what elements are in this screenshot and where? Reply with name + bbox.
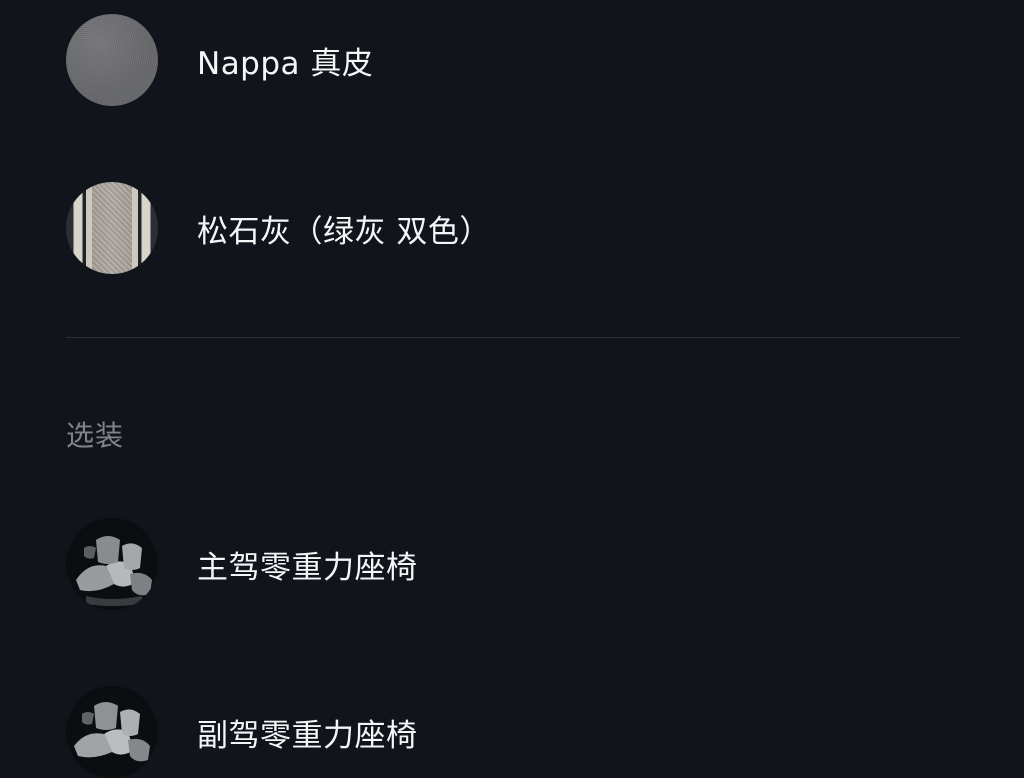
section-title-optional: 选装 <box>66 419 125 452</box>
option-passenger-zero-gravity-seat[interactable]: 副驾零重力座椅 <box>66 686 960 778</box>
passenger-seat-icon <box>66 686 158 778</box>
option-label: Nappa 真皮 <box>197 45 374 82</box>
option-driver-zero-gravity-seat[interactable]: 主驾零重力座椅 <box>66 518 960 610</box>
option-turquoise-gray[interactable]: 松石灰（绿灰 双色） <box>66 182 960 274</box>
option-label: 副驾零重力座椅 <box>197 717 418 754</box>
interior-options-panel: Nappa 真皮 松石灰（绿灰 双色） 选装 主驾零重力座椅 副驾零重力座椅 <box>0 0 1024 778</box>
option-label: 松石灰（绿灰 双色） <box>197 213 491 250</box>
option-nappa-leather[interactable]: Nappa 真皮 <box>66 14 960 106</box>
turquoise-gray-stripe-swatch-icon <box>66 182 158 274</box>
section-divider <box>66 337 960 338</box>
driver-seat-icon <box>66 518 158 610</box>
nappa-leather-swatch-icon <box>66 14 158 106</box>
option-label: 主驾零重力座椅 <box>197 549 418 586</box>
